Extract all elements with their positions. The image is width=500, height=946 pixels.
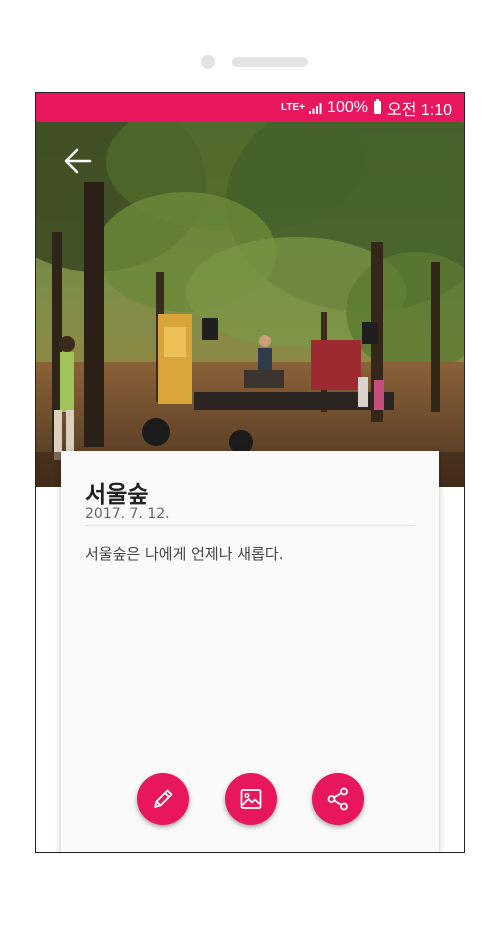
signal-icon <box>309 102 322 114</box>
add-image-button[interactable] <box>225 773 277 825</box>
clock: 오전 1:10 <box>386 101 452 119</box>
entry-date: 2017. 7. 12. <box>85 506 170 522</box>
divider <box>85 525 415 526</box>
pencil-icon <box>154 789 173 808</box>
earpiece-speaker <box>232 57 308 67</box>
network-indicator: LTE+ <box>281 102 306 113</box>
entry-card: 서울숲 2017. 7. 12. 서울숲은 나에게 언제나 새롭다. <box>61 451 439 852</box>
status-bar: LTE+ 100% 오전 1:10 <box>36 93 464 122</box>
front-camera <box>201 55 215 69</box>
edit-button[interactable] <box>137 773 189 825</box>
battery-icon <box>373 99 381 114</box>
phone-screen: LTE+ 100% 오전 1:10 서울숲 2017. 7. 12. 서울숲은 … <box>35 92 465 853</box>
network-plus: + <box>299 102 306 113</box>
header-photo <box>36 122 464 487</box>
back-arrow-icon[interactable] <box>60 143 96 179</box>
share-button[interactable] <box>312 773 364 825</box>
entry-title: 서울숲 <box>85 482 149 508</box>
battery-percent: 100% <box>327 98 368 116</box>
share-icon <box>327 787 348 811</box>
network-type: LTE <box>281 102 300 113</box>
image-icon <box>240 789 262 809</box>
entry-content: 서울숲은 나에게 언제나 새롭다. <box>85 545 284 563</box>
